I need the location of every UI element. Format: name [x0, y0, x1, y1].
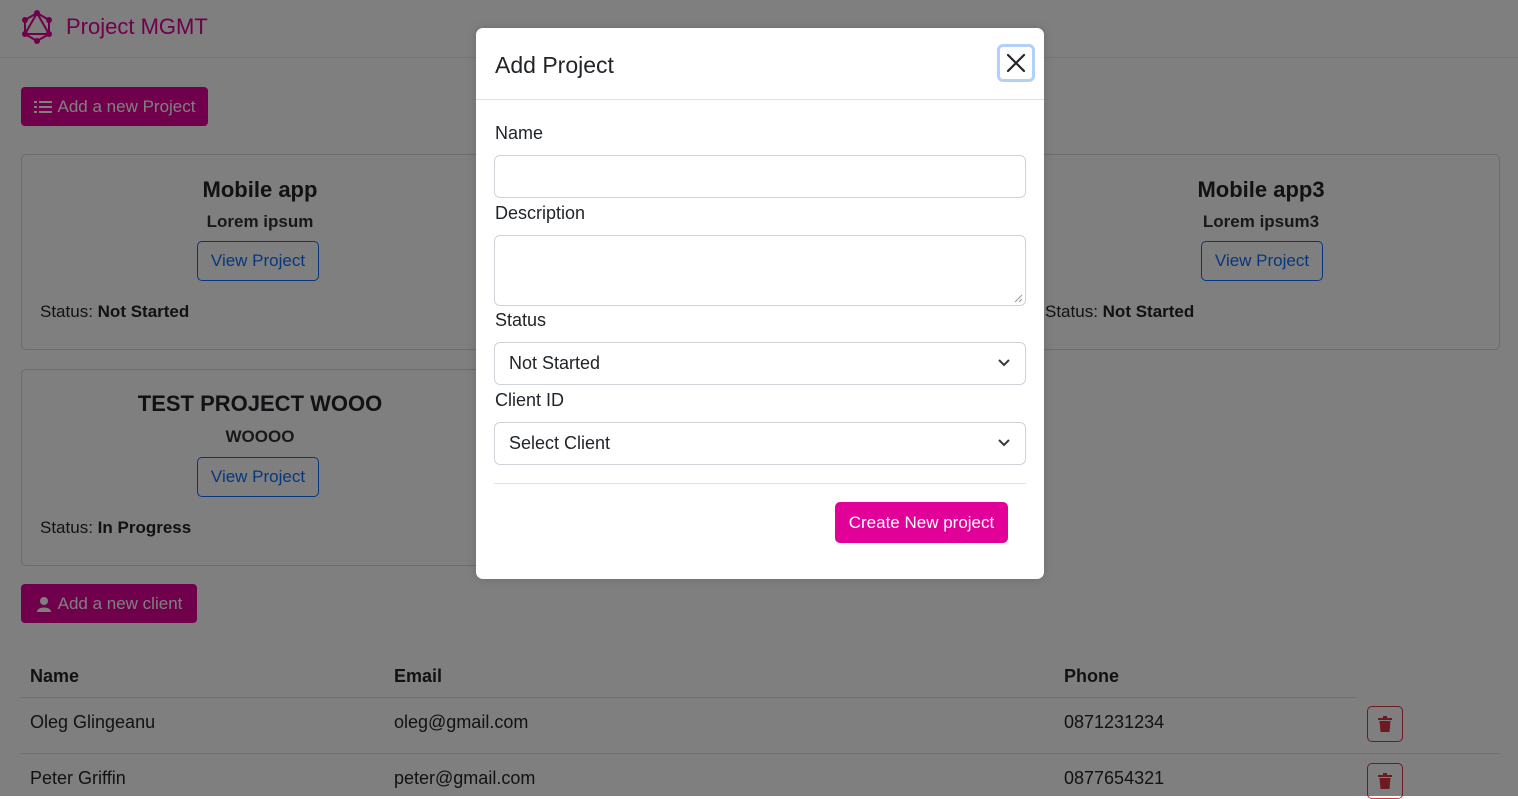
client-select-value: Select Client — [509, 433, 611, 453]
status-select[interactable]: Not Started — [494, 342, 1026, 385]
description-textarea[interactable] — [494, 235, 1026, 306]
status-select-value: Not Started — [509, 353, 601, 373]
name-label: Name — [495, 123, 544, 143]
client-id-label: Client ID — [495, 390, 565, 410]
create-project-button[interactable]: Create New project — [835, 502, 1008, 543]
close-button[interactable] — [997, 44, 1035, 82]
description-label: Description — [495, 203, 586, 223]
resize-handle-icon[interactable] — [1013, 293, 1023, 303]
chevron-down-icon — [998, 359, 1010, 367]
close-icon — [1006, 53, 1026, 73]
client-select[interactable]: Select Client — [494, 422, 1026, 465]
status-label: Status — [495, 310, 547, 330]
name-input[interactable] — [494, 155, 1026, 198]
chevron-down-icon — [998, 439, 1010, 447]
modal-divider — [494, 483, 1026, 484]
add-project-modal: Add Project Name Description Status Not … — [476, 28, 1044, 579]
modal-title: Add Project — [495, 52, 614, 78]
modal-header: Add Project — [476, 28, 1044, 100]
